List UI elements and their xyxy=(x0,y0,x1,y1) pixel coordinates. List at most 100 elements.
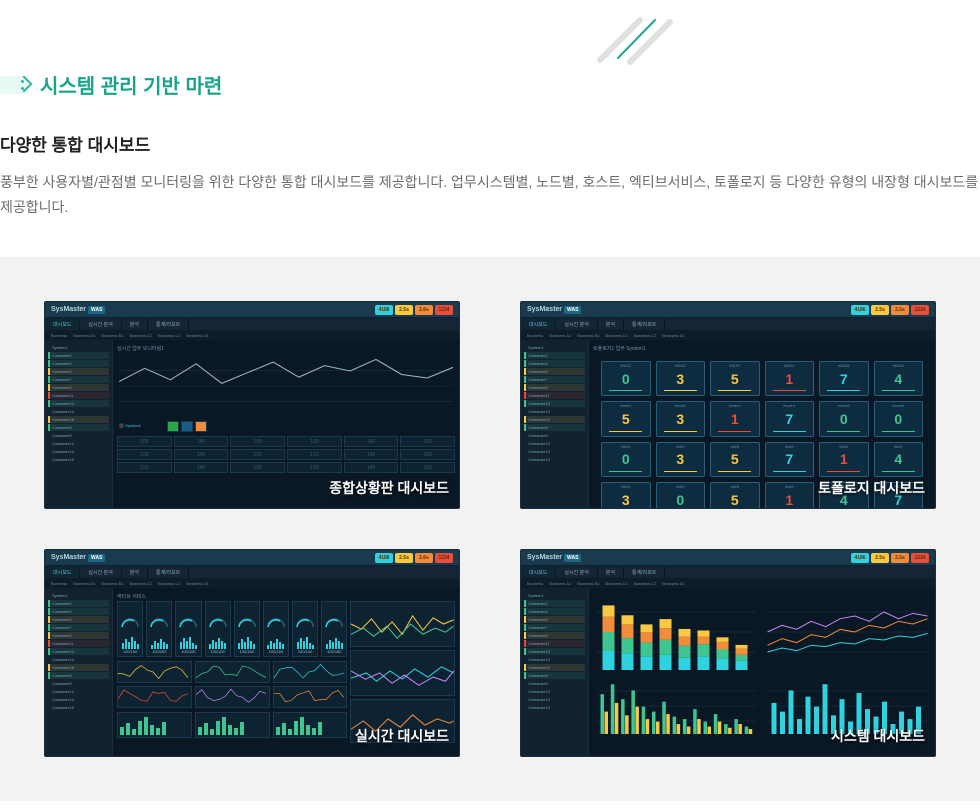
trend-chart xyxy=(117,353,455,419)
subtab: Business D1 xyxy=(662,330,684,340)
sidebar-item: Container12 xyxy=(524,440,585,447)
dashboard-screenshot-c: SysMaster WAS 4186 2.5s 2.6s 1234 대시보드 실… xyxy=(44,549,460,757)
topology-cell: WAS4 xyxy=(874,442,924,477)
topology-cell: Node15 xyxy=(601,401,651,436)
side-spark-1 xyxy=(350,601,455,647)
panel-title: 토폴로지1 업무 System1 xyxy=(593,344,931,353)
status-cell: 100 xyxy=(400,462,455,473)
sidebar-item: Container14 xyxy=(524,408,585,415)
sidebar-item: Container9 xyxy=(48,432,109,439)
subtab: Business A1 xyxy=(73,578,95,588)
subtab: Business C2 xyxy=(158,330,180,340)
topology-cell: WAS0 xyxy=(656,482,706,509)
sidebar-item: Container15 xyxy=(48,416,109,423)
status-cell: 120 xyxy=(287,462,342,473)
topology-cell: Node50 xyxy=(819,401,869,436)
sub-tabs: BusinessBusiness A1Business B1Business C… xyxy=(45,330,459,340)
sidebar-item: Container14 xyxy=(524,448,585,455)
status-cell: 140 xyxy=(174,436,229,447)
gauge: 100/160 xyxy=(292,601,318,657)
sparkline xyxy=(117,686,192,708)
sidebar-item: Container15 xyxy=(48,664,109,671)
sidebar-item: Container15 xyxy=(48,704,109,711)
subtab: Business A1 xyxy=(549,578,571,588)
status-cell: 140 xyxy=(174,462,229,473)
subtab: Business B1 xyxy=(577,578,599,588)
status-cell: 100 xyxy=(117,449,172,460)
subtab: Business B1 xyxy=(101,578,123,588)
sidebar-item: System1 xyxy=(524,592,585,599)
sparkline xyxy=(195,661,270,683)
sparkline xyxy=(195,686,270,708)
subtab: Business xyxy=(527,330,543,340)
topology-cell: WAS3 xyxy=(656,442,706,477)
caption: 실시간 대시보드 xyxy=(355,726,449,746)
status-icon-green xyxy=(167,421,179,432)
sidebar-item: Container4 xyxy=(524,360,585,367)
status-cell: 100 xyxy=(400,436,455,447)
subtab: Business A1 xyxy=(549,330,571,340)
status-icon-row: ⬛ System4 xyxy=(117,421,455,432)
sidebar-item: Container7 xyxy=(48,376,109,383)
sidebar-item: Container14 xyxy=(48,656,109,663)
product-logo: SysMaster WAS xyxy=(527,306,581,314)
subtab: Business C2 xyxy=(158,578,180,588)
topology-cell: WAS3 xyxy=(601,482,651,509)
subtab: Business B1 xyxy=(101,330,123,340)
sidebar-item: Container14 xyxy=(524,656,585,663)
sidebar-item: Container14 xyxy=(524,696,585,703)
caption: 시스템 대시보드 xyxy=(831,726,925,746)
topology-cell: WAS64 xyxy=(874,361,924,396)
bottom-bar-cell xyxy=(273,712,348,738)
multi-line-chart xyxy=(764,592,931,672)
bottom-bars xyxy=(117,712,347,738)
sparkline xyxy=(273,661,348,683)
side-spark-2 xyxy=(350,650,455,696)
sidebar-item: Container15 xyxy=(524,664,585,671)
status-cell: 100 xyxy=(230,436,285,447)
gauge: 100/160 xyxy=(263,601,289,657)
main-tabs: 대시보드 실시간 분석 분석 통계/리포트 xyxy=(521,318,935,330)
topology-cell: WAS10 xyxy=(601,361,651,396)
sidebar-item: Container9 xyxy=(48,680,109,687)
sidebar-item: Container7 xyxy=(524,624,585,631)
status-cell: 120 xyxy=(287,449,342,460)
sidebar-item: Container12 xyxy=(48,440,109,447)
sidebar-item: Container11 xyxy=(48,640,109,647)
sidebar-item: Container8 xyxy=(48,424,109,431)
subtab: Business B1 xyxy=(577,330,599,340)
topology-cell: Node23 xyxy=(656,401,706,436)
bottom-bar-cell xyxy=(117,712,192,738)
sidebar-item: Container14 xyxy=(48,696,109,703)
tab-realtime: 실시간 분석 xyxy=(80,318,121,330)
subtab: Business C1 xyxy=(129,578,151,588)
sidebar-item: Container8 xyxy=(524,672,585,679)
status-badges: 4186 2.5s 2.6s 1234 xyxy=(375,305,453,315)
status-cell: 120 xyxy=(287,436,342,447)
sidebar-item: Container13 xyxy=(48,400,109,407)
topology-cell: WAS35 xyxy=(710,361,760,396)
sidebar-item: Container3 xyxy=(524,368,585,375)
subtab: Business xyxy=(51,578,67,588)
status-cell: 100 xyxy=(117,462,172,473)
sidebar-item: Container8 xyxy=(48,672,109,679)
dashboard-screenshot-a: SysMaster WAS 4186 2.5s 2.6s 1234 대시보드 실… xyxy=(44,301,460,509)
subtab: Business D1 xyxy=(186,578,208,588)
bottom-bar-cell xyxy=(195,712,270,738)
status-cell: 100 xyxy=(117,436,172,447)
sidebar-item: Container2 xyxy=(524,352,585,359)
subtab: Business C1 xyxy=(605,330,627,340)
sidebar-item: Container2 xyxy=(48,352,109,359)
sparkline-grid xyxy=(117,661,347,708)
stacked-bar-chart xyxy=(593,592,760,672)
product-logo: SysMaster WAS xyxy=(51,554,105,562)
panel-title: 액티브 서비스 xyxy=(117,592,455,601)
sidebar-item: Container3 xyxy=(524,632,585,639)
subtab: Business xyxy=(527,578,543,588)
topology-cell: WAS5 xyxy=(710,482,760,509)
status-cell: 140 xyxy=(344,436,399,447)
sidebar-item: Container9 xyxy=(524,432,585,439)
status-cell: 100 xyxy=(230,462,285,473)
sidebar-item: Container3 xyxy=(524,384,585,391)
sidebar-item: Container3 xyxy=(48,368,109,375)
